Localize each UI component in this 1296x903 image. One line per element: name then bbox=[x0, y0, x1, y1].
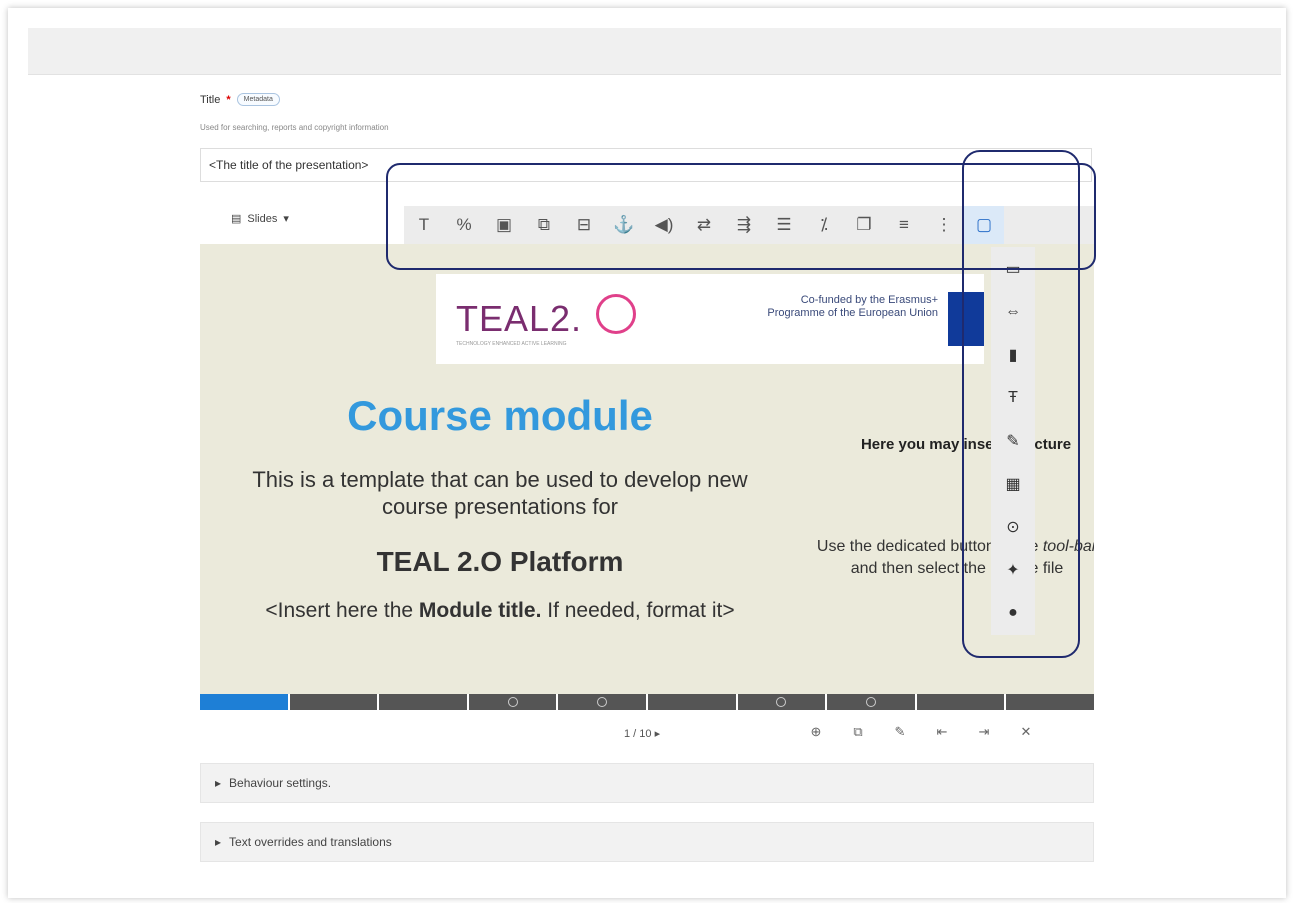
mark-words-icon[interactable]: Ŧ bbox=[991, 376, 1035, 419]
teal-logo-subtext: TECHNOLOGY ENHANCED ACTIVE LEARNING bbox=[456, 341, 567, 347]
slide-main-title: Course module bbox=[347, 392, 653, 439]
image-icon[interactable]: ▣ bbox=[484, 206, 524, 244]
progress-segment[interactable] bbox=[379, 694, 467, 710]
chevron-down-icon: ▾ bbox=[283, 213, 289, 225]
behaviour-settings-label: Behaviour settings. bbox=[229, 776, 332, 790]
twitter-icon[interactable]: ✦ bbox=[991, 548, 1035, 591]
slide-navigation: 1 / 10 ▸ bbox=[624, 727, 660, 740]
title-label: Title bbox=[200, 93, 221, 106]
fill-in-blanks-icon[interactable]: ⇄ bbox=[684, 206, 724, 244]
true-false-icon[interactable]: ⁒ bbox=[804, 206, 844, 244]
audio-recorder-icon[interactable]: ● bbox=[991, 591, 1035, 634]
audio-icon[interactable]: ◀) bbox=[644, 206, 684, 244]
text-overrides-section[interactable]: ▸ Text overrides and translations bbox=[200, 822, 1094, 862]
progress-segment[interactable] bbox=[827, 694, 915, 710]
anchor-icon[interactable]: ⚓ bbox=[604, 206, 644, 244]
text-icon[interactable]: T bbox=[404, 206, 444, 244]
progress-segment[interactable] bbox=[200, 694, 288, 710]
progress-segment[interactable] bbox=[916, 694, 1005, 710]
metadata-button[interactable]: Metadata bbox=[236, 93, 280, 106]
add-slide-icon[interactable]: ⊕ bbox=[808, 724, 824, 740]
insert-prefix: <Insert here the bbox=[265, 599, 419, 622]
slide-platform-text: TEAL 2.O Platform bbox=[376, 546, 624, 577]
logo-banner: TEAL2. TECHNOLOGY ENHANCED ACTIVE LEARNI… bbox=[436, 274, 984, 364]
title-description: Used for searching, reports and copyrigh… bbox=[200, 123, 389, 132]
dialog-cards-icon[interactable]: ❐ bbox=[844, 206, 884, 244]
next-slide-icon[interactable]: ▸ bbox=[655, 728, 661, 740]
right-body-tool: tool-bar bbox=[1042, 538, 1094, 555]
go-to-slide-icon[interactable]: ⊙ bbox=[991, 505, 1035, 548]
title-input[interactable] bbox=[200, 148, 1092, 182]
chevron-right-icon: ▸ bbox=[215, 835, 222, 849]
top-bar bbox=[28, 28, 1281, 75]
more-options-icon[interactable]: ⋮ bbox=[924, 206, 964, 244]
cards-icon[interactable]: ▮ bbox=[991, 333, 1035, 376]
essay-icon[interactable]: ✎ bbox=[991, 419, 1035, 462]
progress-segment[interactable] bbox=[647, 694, 736, 710]
content-toolbar: T% ▣ ⧉ ⊟ ⚓ ◀) ⇄ ⇶ ☰ ⁒ ❐ ≡ ⋮ ▢ bbox=[404, 206, 1094, 244]
more-options-menu: ▭ ⇔ ▮ Ŧ ✎ ▦ ⊙ ✦ ● bbox=[991, 247, 1035, 635]
clone-slide-icon[interactable]: ⧉ bbox=[850, 724, 866, 740]
slide-progress-bar bbox=[200, 694, 1094, 710]
chevron-right-icon: ▸ bbox=[215, 776, 222, 790]
eu-flag-icon bbox=[948, 292, 984, 346]
picture-placeholder-title: Here you may insert a picture bbox=[860, 436, 1072, 453]
slide-actions: ⊕ ⧉ ✎ ⇤ ⇥ ✕ bbox=[808, 724, 1034, 740]
video-icon[interactable]: ⊟ bbox=[564, 206, 604, 244]
shapes-icon[interactable]: ⧉ bbox=[524, 206, 564, 244]
slides-icon: ▤ bbox=[231, 213, 242, 225]
teal-logo: TEAL2. bbox=[456, 298, 583, 339]
drag-text-icon[interactable]: ⇔ bbox=[991, 290, 1035, 333]
multiple-choice-icon[interactable]: ☰ bbox=[764, 206, 804, 244]
eu-cofunded-text: Co-funded by the Erasmus+ Programme of t… bbox=[767, 294, 938, 319]
slide-body-text: This is a template that can be used to d… bbox=[252, 467, 748, 519]
picture-placeholder-body: Use the dedicated button in the tool-bar… bbox=[812, 536, 1094, 580]
progress-segment[interactable] bbox=[737, 694, 826, 710]
slides-dropdown-label: Slides bbox=[247, 212, 278, 225]
summary-icon[interactable]: ≡ bbox=[884, 206, 924, 244]
required-mark: * bbox=[226, 93, 231, 106]
insert-suffix: If needed, format it> bbox=[541, 599, 735, 622]
teal-logo-ring bbox=[596, 294, 636, 334]
link-icon[interactable]: % bbox=[444, 206, 484, 244]
slide-background-icon[interactable]: ▢ bbox=[964, 206, 1004, 244]
progress-segment[interactable] bbox=[558, 694, 646, 710]
slides-dropdown[interactable]: ▤ Slides ▾ bbox=[231, 212, 289, 226]
text-overrides-label: Text overrides and translations bbox=[229, 835, 392, 849]
move-left-icon[interactable]: ⇤ bbox=[934, 724, 950, 740]
progress-segment[interactable] bbox=[289, 694, 378, 710]
slide-canvas[interactable]: TEAL2. TECHNOLOGY ENHANCED ACTIVE LEARNI… bbox=[200, 244, 1094, 694]
insert-bold: Module title. bbox=[418, 599, 542, 622]
progress-segment[interactable] bbox=[1006, 694, 1094, 710]
behaviour-settings-section[interactable]: ▸ Behaviour settings. bbox=[200, 763, 1094, 803]
interactive-video-icon[interactable]: ▭ bbox=[991, 247, 1035, 290]
slide-counter: 1 / 10 bbox=[624, 728, 652, 740]
edit-background-icon[interactable]: ✎ bbox=[892, 724, 908, 740]
slide-insert-text: <Insert here the Module title. If needed… bbox=[240, 596, 760, 625]
single-choice-icon[interactable]: ⇶ bbox=[724, 206, 764, 244]
move-right-icon[interactable]: ⇥ bbox=[976, 724, 992, 740]
title-label-row: Title * Metadata bbox=[200, 93, 280, 106]
progress-segment[interactable] bbox=[468, 694, 557, 710]
delete-slide-icon[interactable]: ✕ bbox=[1018, 724, 1034, 740]
table-icon[interactable]: ▦ bbox=[991, 462, 1035, 505]
